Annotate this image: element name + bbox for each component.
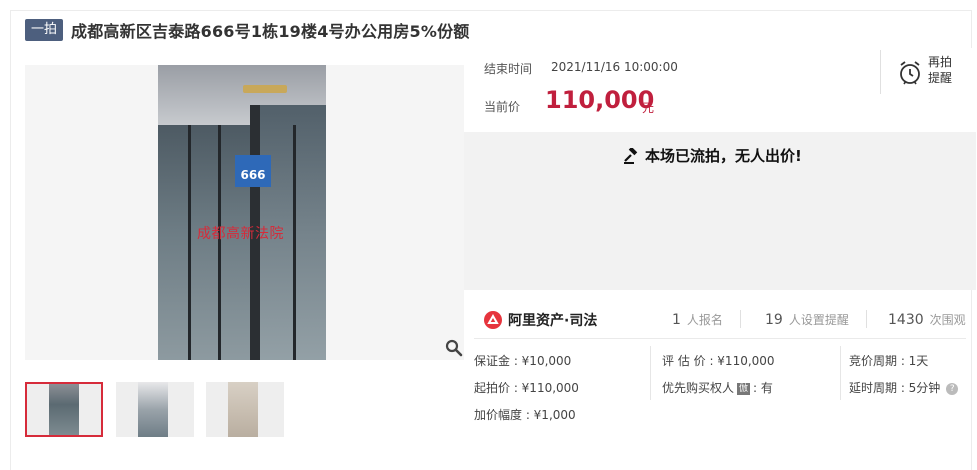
end-time-label: 结束时间	[484, 62, 533, 76]
title-row: 一拍 成都高新区吉泰路666号1栋19楼4号办公用房5%份额	[25, 18, 470, 42]
extension-text: 延时周期 : 5分钟	[849, 381, 941, 395]
reminders-label: 人设置提醒	[788, 313, 849, 327]
gavel-icon	[624, 147, 638, 164]
alarm-clock-icon[interactable]	[897, 60, 923, 86]
divider	[650, 346, 651, 400]
divider	[740, 310, 741, 328]
start-price: 起拍价 : ¥110,000	[474, 381, 579, 395]
extension-cycle: 延时周期 : 5分钟?	[849, 379, 959, 396]
help-icon[interactable]: ?	[946, 382, 959, 395]
views-label: 次围观	[929, 313, 966, 327]
current-price-label: 当前价	[484, 100, 521, 114]
reminder-label-line1: 再拍	[928, 55, 953, 69]
bid-increment: 加价幅度 : ¥1,000	[474, 408, 576, 422]
platform-name: 阿里资产·司法	[508, 313, 598, 329]
zoom-icon[interactable]	[445, 339, 463, 357]
auction-status: 本场已流拍，无人出价!	[623, 145, 802, 166]
price-unit: 元	[642, 101, 655, 115]
court-watermark: 成都高新法院	[197, 226, 284, 242]
priority-label: 优先购买权人	[662, 381, 735, 395]
divider	[474, 338, 966, 339]
building-number-sign: 666	[235, 155, 271, 187]
priority-buyer: 优先购买权人倣: 有	[662, 379, 773, 396]
signups-label: 人报名	[686, 313, 723, 327]
divider	[880, 50, 881, 94]
signups-count: 1	[672, 312, 681, 328]
main-image-viewer[interactable]: 666 成都高新法院	[25, 65, 464, 360]
signups-stat: 1 人报名	[672, 311, 723, 328]
platform-logo[interactable]: 阿里资产·司法	[484, 310, 597, 330]
appraisal-price: 评 估 价 : ¥110,000	[662, 354, 775, 368]
bid-cycle: 竞价周期 : 1天	[849, 354, 929, 368]
reminders-stat: 19 人设置提醒	[765, 311, 849, 328]
end-time-value: 2021/11/16 10:00:00	[551, 60, 678, 74]
reminder-label-line2: 提醒	[928, 71, 953, 85]
divider	[840, 346, 841, 400]
alibaba-asset-logo-icon	[484, 311, 502, 329]
reminders-count: 19	[765, 312, 783, 328]
deposit: 保证金 : ¥10,000	[474, 354, 572, 368]
thumbnail-1[interactable]	[25, 382, 103, 437]
divider	[866, 310, 867, 328]
status-text: 本场已流拍，无人出价!	[645, 147, 802, 165]
thumbnail-3[interactable]	[206, 382, 284, 437]
priority-value: : 有	[753, 381, 773, 395]
views-stat: 1430 次围观	[888, 311, 966, 328]
property-photo: 666	[158, 65, 326, 360]
page-title: 成都高新区吉泰路666号1栋19楼4号办公用房5%份额	[71, 22, 470, 41]
current-price: 110,000	[545, 86, 655, 114]
priority-badge: 倣	[737, 382, 751, 395]
re-auction-reminder-button[interactable]: 再拍 提醒	[928, 54, 952, 86]
auction-round-tag: 一拍	[25, 19, 64, 41]
views-count: 1430	[888, 312, 924, 328]
thumbnail-2[interactable]	[116, 382, 194, 437]
